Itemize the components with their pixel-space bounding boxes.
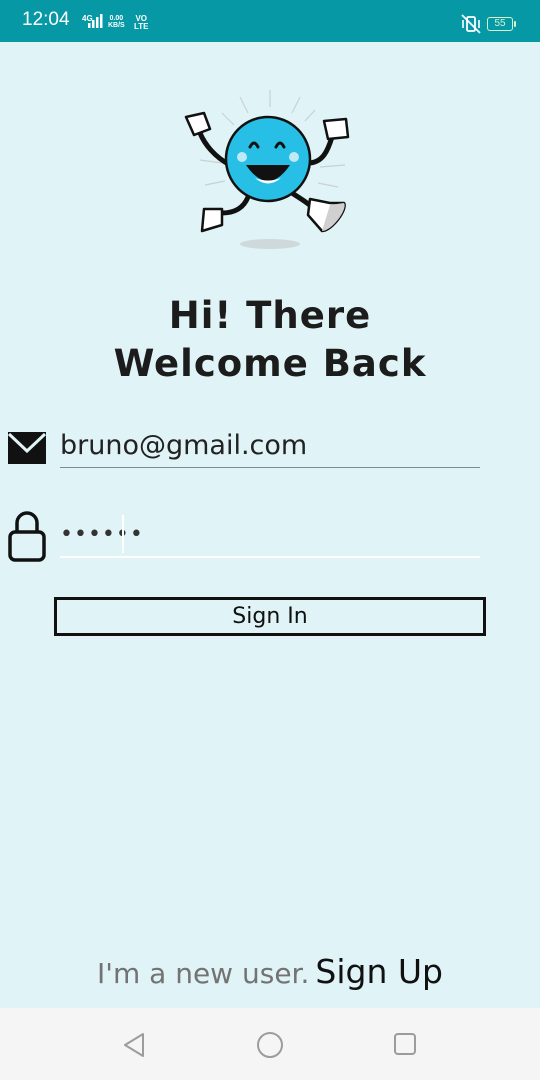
- volte-bottom: LTE: [134, 22, 149, 31]
- heading-line-2: Welcome Back: [113, 342, 427, 385]
- new-user-text: I'm a new user.: [97, 957, 310, 990]
- signal-icon: [88, 14, 103, 28]
- back-icon[interactable]: [121, 1031, 147, 1059]
- status-time: 12:04: [22, 9, 70, 30]
- welcome-heading: Hi! There Welcome Back: [0, 292, 540, 388]
- signup-prompt: I'm a new user. Sign Up: [0, 952, 540, 991]
- sign-up-link[interactable]: Sign Up: [315, 952, 443, 991]
- email-field[interactable]: [60, 424, 480, 468]
- sign-in-button[interactable]: Sign In: [54, 597, 486, 636]
- status-bar: 12:04 4G 0.00 KB/S VO LTE 55: [0, 0, 540, 42]
- happy-mascot-icon: [184, 90, 350, 249]
- vibrate-icon: [461, 14, 481, 34]
- mail-icon: [7, 432, 47, 464]
- home-icon[interactable]: [255, 1030, 285, 1060]
- lock-icon: [8, 511, 46, 562]
- navigation-bar: [0, 1008, 540, 1080]
- battery-icon: 55: [487, 17, 516, 31]
- recent-apps-icon[interactable]: [393, 1032, 417, 1056]
- volte-indicator: VO LTE: [134, 15, 149, 31]
- network-speed-value: 0.00: [109, 15, 124, 22]
- text-cursor: [122, 515, 124, 553]
- network-speed-unit: KB/S: [108, 22, 125, 29]
- network-speed: 0.00 KB/S: [108, 15, 125, 29]
- heading-line-1: Hi! There: [168, 294, 372, 337]
